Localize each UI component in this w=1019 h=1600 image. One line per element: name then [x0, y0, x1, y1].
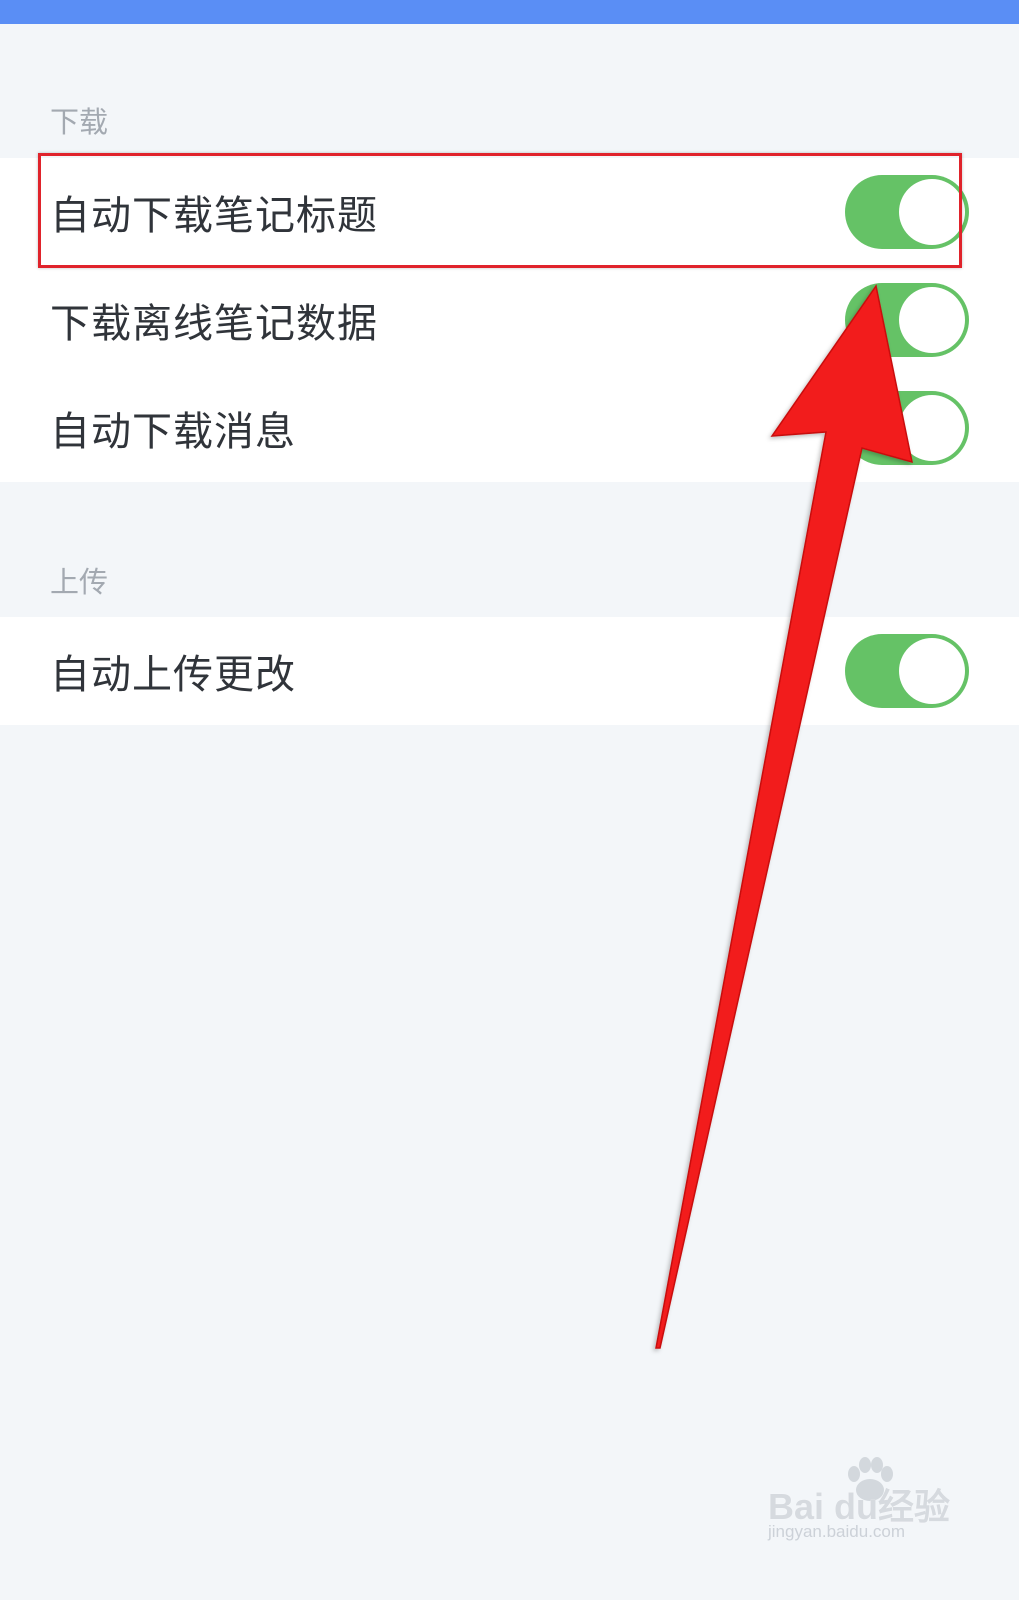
top-status-bar	[0, 0, 1019, 24]
auto-download-messages-toggle[interactable]	[845, 391, 969, 465]
setting-row-auto-download-messages[interactable]: 自动下载消息	[0, 374, 1019, 482]
baidu-jingyan-watermark: Bai du经验 jingyan.baidu.com	[768, 1457, 968, 1558]
setting-row-auto-upload-changes[interactable]: 自动上传更改	[0, 617, 1019, 725]
setting-label: 自动上传更改	[50, 652, 296, 698]
setting-label: 自动下载笔记标题	[50, 193, 378, 239]
auto-upload-changes-toggle[interactable]	[845, 634, 969, 708]
setting-label: 下载离线笔记数据	[50, 301, 378, 347]
auto-download-titles-toggle[interactable]	[845, 175, 969, 249]
toggle-knob	[899, 179, 965, 245]
toggle-knob	[899, 638, 965, 704]
toggle-knob	[899, 395, 965, 461]
section-header-upload: 上传	[50, 565, 109, 599]
setting-row-auto-download-titles[interactable]: 自动下载笔记标题	[0, 158, 1019, 266]
watermark-url: jingyan.baidu.com	[768, 1522, 906, 1541]
setting-label: 自动下载消息	[50, 409, 296, 455]
section-header-download: 下载	[50, 105, 109, 139]
download-settings-group: 自动下载笔记标题 下载离线笔记数据 自动下载消息	[0, 158, 1019, 482]
toggle-knob	[899, 287, 965, 353]
download-offline-data-toggle[interactable]	[845, 283, 969, 357]
upload-settings-group: 自动上传更改	[0, 617, 1019, 725]
setting-row-download-offline-data[interactable]: 下载离线笔记数据	[0, 266, 1019, 374]
